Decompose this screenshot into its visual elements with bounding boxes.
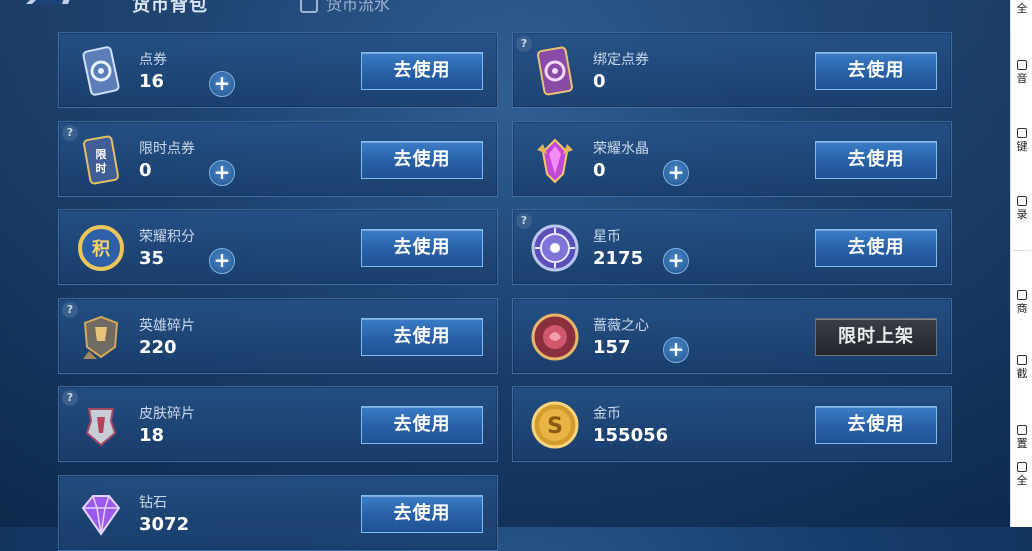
coupon-icon [82, 46, 120, 96]
side-divider [1013, 250, 1031, 251]
side-panel-label: 全 [1016, 2, 1028, 15]
limited-time-button[interactable]: 限时上架 [815, 318, 937, 356]
gold-coin-icon: S [531, 401, 579, 449]
glory-crystal-icon [537, 138, 573, 184]
currency-name: 英雄碎片 [139, 318, 195, 334]
side-panel-label: 录 [1016, 208, 1028, 221]
currency-name: 绑定点券 [593, 52, 649, 68]
side-panel-item[interactable]: 置 [1011, 425, 1032, 450]
diamond-icon [81, 495, 121, 536]
currency-name: 蔷薇之心 [593, 318, 649, 334]
grid-icon [1017, 462, 1027, 472]
currency-card: 蔷薇之心 157 + 限时上架 [512, 298, 952, 374]
currency-card: 点券 16 + 去使用 [58, 32, 498, 108]
add-currency-button[interactable]: + [663, 248, 689, 274]
currency-count: 0 [593, 160, 606, 181]
add-currency-button[interactable]: + [209, 160, 235, 186]
currency-count: 0 [139, 160, 152, 181]
currency-name: 限时点券 [139, 141, 195, 157]
currency-count: 0 [593, 71, 606, 92]
currency-name: 皮肤碎片 [139, 406, 195, 422]
use-button[interactable]: 去使用 [361, 406, 483, 444]
add-currency-button[interactable]: + [663, 337, 689, 363]
side-panel-item[interactable]: 商 [1011, 290, 1032, 315]
currency-count: 155056 [593, 425, 669, 446]
currency-name: 星币 [593, 229, 621, 245]
currency-card: ? 限时限时点券 0 + 去使用 [58, 121, 498, 197]
currency-card: ? 英雄碎片 220 去使用 [58, 298, 498, 374]
tab-currency-flow[interactable]: 货币流水 [300, 0, 390, 15]
header: 货币背包 货币流水 [0, 0, 1010, 18]
side-panel-label: 商 [1016, 302, 1028, 315]
side-panel-item[interactable]: 截 [1011, 355, 1032, 380]
side-panel-label: 键 [1016, 140, 1028, 153]
currency-card: ? 星币 2175 + 去使用 [512, 209, 952, 285]
side-panel-label: 截 [1016, 367, 1028, 380]
currency-name: 点券 [139, 52, 167, 68]
pin-icon [1017, 425, 1027, 435]
side-panel-item[interactable]: 全 [1011, 462, 1032, 487]
svg-text:限: 限 [96, 147, 107, 161]
keyboard-icon [1017, 128, 1027, 138]
use-button[interactable]: 去使用 [361, 52, 483, 90]
add-currency-button[interactable]: + [209, 71, 235, 97]
use-button[interactable]: 去使用 [815, 229, 937, 267]
limited-coupon-icon: 限时 [83, 135, 119, 185]
rose-heart-icon [531, 313, 579, 361]
use-button[interactable]: 去使用 [815, 141, 937, 179]
use-button[interactable]: 去使用 [361, 229, 483, 267]
use-button[interactable]: 去使用 [361, 318, 483, 356]
page-title: 货币背包 [132, 0, 208, 16]
currency-card: 积 荣耀积分 35 + 去使用 [58, 209, 498, 285]
use-button[interactable]: 去使用 [361, 141, 483, 179]
currency-count: 35 [139, 248, 165, 269]
use-button[interactable]: 去使用 [815, 406, 937, 444]
side-panel-item[interactable]: 全 [1011, 0, 1032, 15]
svg-text:时: 时 [96, 161, 107, 175]
currency-name: 荣耀水晶 [593, 141, 649, 157]
currency-card: ? 绑定点券 0 去使用 [512, 32, 952, 108]
currency-count: 18 [139, 425, 165, 446]
currency-count: 220 [139, 337, 177, 358]
glory-points-icon: 积 [78, 225, 124, 271]
back-arrow-icon[interactable] [22, 0, 78, 14]
hero-fragment-icon [83, 315, 119, 359]
tab-currency-flow-label: 货币流水 [326, 0, 391, 14]
currency-count: 3072 [139, 514, 190, 535]
currency-count: 2175 [593, 248, 644, 269]
currency-card: 荣耀水晶 0 + 去使用 [512, 121, 952, 197]
record-icon [1017, 196, 1027, 206]
svg-text:S: S [547, 414, 563, 439]
currency-card: ? 皮肤碎片 18 去使用 [58, 386, 498, 462]
side-panel-item[interactable]: 键 [1011, 128, 1032, 153]
use-button[interactable]: 去使用 [361, 495, 483, 533]
store-icon [1017, 290, 1027, 300]
side-panel-label: 音 [1016, 72, 1028, 85]
star-coin-icon [531, 224, 579, 272]
currency-count: 157 [593, 337, 631, 358]
screenshot-icon [1017, 355, 1027, 365]
side-panel-label: 全 [1016, 474, 1028, 487]
currency-name: 荣耀积分 [139, 229, 195, 245]
volume-icon [1017, 60, 1027, 70]
side-panel-label: 置 [1016, 437, 1028, 450]
bound-coupon-icon [537, 46, 573, 96]
add-currency-button[interactable]: + [209, 248, 235, 274]
currency-name: 金币 [593, 406, 621, 422]
currency-count: 16 [139, 71, 165, 92]
side-panel-item[interactable]: 录 [1011, 196, 1032, 221]
flow-icon [300, 0, 318, 13]
add-currency-button[interactable]: + [663, 160, 689, 186]
skin-fragment-icon [85, 408, 117, 447]
system-side-panel: 全音键录商截置全 [1010, 0, 1032, 527]
use-button[interactable]: 去使用 [815, 52, 937, 90]
currency-card: S 金币 155056 去使用 [512, 386, 952, 462]
currency-card: 钻石 3072 去使用 [58, 475, 498, 551]
svg-text:积: 积 [92, 239, 110, 260]
side-panel-item[interactable]: 音 [1011, 60, 1032, 85]
currency-name: 钻石 [139, 495, 167, 511]
